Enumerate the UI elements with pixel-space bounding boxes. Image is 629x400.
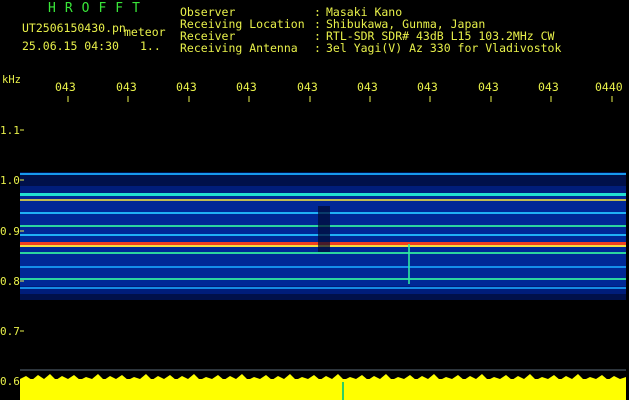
freq-tick-label: 1.1 (0, 124, 20, 137)
time-label: 043 (176, 80, 197, 94)
freq-tick-label: 0.9 (0, 225, 20, 238)
file-name: UT2506150430.pn (22, 21, 126, 35)
info-value-antenna: 3el Yagi(V) Az 330 for Vladivostok (326, 41, 562, 55)
time-label: 043 (417, 80, 438, 94)
page-indicator: 1.. (140, 39, 161, 53)
info-label-antenna: Receiving Antenna (180, 41, 298, 55)
time-label: 043 (116, 80, 137, 94)
time-label: 043 (236, 80, 257, 94)
time-label: 043 (478, 80, 499, 94)
freq-tick-label: 0.8 (0, 275, 20, 288)
time-label: 0440 (595, 80, 623, 94)
file-suffix: meteor (124, 25, 166, 39)
frequency-unit-label: kHz (2, 74, 21, 86)
time-label: 043 (357, 80, 378, 94)
time-label: 043 (297, 80, 318, 94)
freq-tick-label: 0.6 (0, 375, 20, 388)
app-title: HROFFT (48, 1, 149, 16)
freq-tick-label: 0.7 (0, 325, 20, 338)
amplitude-baseline (20, 369, 626, 400)
file-date-time: 25.06.15 04:30 (22, 39, 119, 53)
freq-tick-label: 1.0 (0, 174, 20, 187)
time-label: 043 (538, 80, 559, 94)
time-grid (67, 96, 613, 102)
spectrogram-plot (20, 96, 626, 400)
info-colon: : (314, 41, 321, 55)
time-label: 043 (55, 80, 76, 94)
